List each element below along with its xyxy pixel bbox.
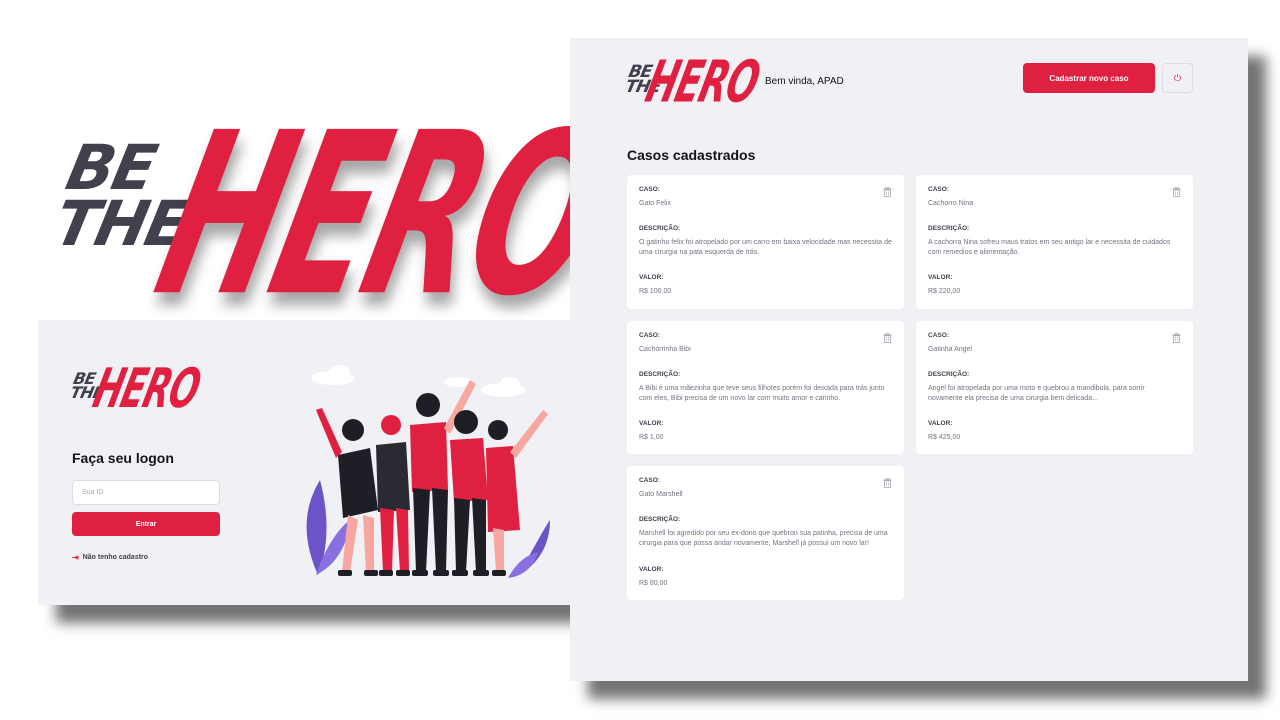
case-label: CASO: [928, 186, 949, 193]
case-description: Marshell foi agredido por seu ex-dono qu… [639, 530, 888, 548]
case-card: CASO: Gato Felix DESCRIÇÃO: O gatinho felix… [627, 175, 904, 309]
enter-button[interactable]: Entrar [72, 512, 220, 536]
dashboard-screen: BE THE HERO Bem vinda, APAD Cadastrar nov… [570, 38, 1248, 681]
logout-button[interactable]: ⏻ [1162, 63, 1193, 93]
case-description: O gatinho felix foi atropelado por um ca… [639, 239, 892, 257]
trash-icon[interactable] [883, 332, 892, 343]
dashboard-logo: BE THE HERO [623, 50, 766, 116]
description-label: DESCRIÇÃO: [639, 225, 681, 233]
case-name: Gatinha Angel [928, 345, 972, 353]
dashboard-header: BE THE HERO Bem vinda, APAD Cadastrar nov… [623, 50, 1193, 116]
trash-icon[interactable] [883, 187, 892, 197]
description-label: DESCRIÇÃO: [639, 370, 681, 378]
case-name: Cachorro Nina [928, 200, 974, 207]
heroes-illustration [306, 365, 550, 578]
login-screen: BETHE HERO Faça seu logon Entrar ⇥ Não t… [38, 320, 579, 605]
description-label: DESCRIÇÃO: [928, 225, 970, 233]
case-label: CASO: [639, 477, 660, 485]
login-title: Faça seu logon [72, 450, 174, 466]
register-link[interactable]: ⇥ Não tenho cadastro [72, 553, 148, 562]
trash-icon[interactable] [1172, 187, 1181, 197]
case-value: R$ 100,00 [639, 288, 672, 296]
case-label: CASO: [639, 331, 660, 339]
power-icon: ⏻ [1173, 72, 1182, 83]
case-description: A Bibi é uma mãezinha que teve seus filh… [639, 384, 885, 402]
value-label: VALOR: [928, 419, 953, 427]
log-in-icon: ⇥ [72, 553, 79, 562]
case-description: Angel foi atropelada por uma moto e queb… [928, 384, 1145, 402]
id-input[interactable] [72, 480, 220, 505]
logo-hero-text: HERO [136, 85, 626, 347]
value-label: VALOR: [639, 565, 664, 573]
case-label: CASO: [639, 186, 660, 193]
new-case-button[interactable]: Cadastrar novo caso [1023, 63, 1155, 93]
case-value: R$ 1,00 [639, 433, 664, 441]
page-title: Casos cadastrados [627, 147, 756, 163]
case-card: CASO: Gatinha Angel DESCRIÇÃO: Angel foi at… [916, 320, 1193, 455]
register-label: Não tenho cadastro [82, 554, 149, 561]
case-description: A cachorra Nina sofreu maus tratos em se… [928, 239, 1171, 257]
description-label: DESCRIÇÃO: [928, 370, 970, 378]
case-value: R$ 80,00 [639, 579, 668, 587]
case-name: Cachorrinha Bibi [639, 345, 691, 353]
case-label: CASO: [928, 331, 949, 339]
case-name: Gato Marshell [639, 491, 683, 499]
case-card: CASO: Gato Marshell DESCRIÇÃO: Marshell foi… [627, 466, 904, 600]
case-card: CASO: Cachorro Nina DESCRIÇÃO: A cachorra N… [916, 175, 1193, 309]
description-label: DESCRIÇÃO: [639, 516, 681, 524]
cases-list: CASO: Gato Felix DESCRIÇÃO: O gatinho felix… [627, 175, 1193, 600]
case-name: Gato Felix [639, 200, 671, 207]
welcome-text: Bem vinda, APAD [765, 75, 844, 87]
case-value: R$ 425,00 [928, 433, 961, 441]
trash-icon[interactable] [883, 478, 892, 489]
case-card: CASO: Cachorrinha Bibi DESCRIÇÃO: A Bibi é … [627, 320, 904, 455]
value-label: VALOR: [639, 274, 664, 282]
hero-logo-large: BE THE HERO [48, 86, 625, 347]
trash-icon[interactable] [1172, 332, 1181, 343]
case-value: R$ 220,00 [928, 288, 961, 296]
login-logo: BE THE HERO [68, 357, 206, 422]
value-label: VALOR: [639, 419, 664, 427]
value-label: VALOR: [928, 274, 953, 282]
